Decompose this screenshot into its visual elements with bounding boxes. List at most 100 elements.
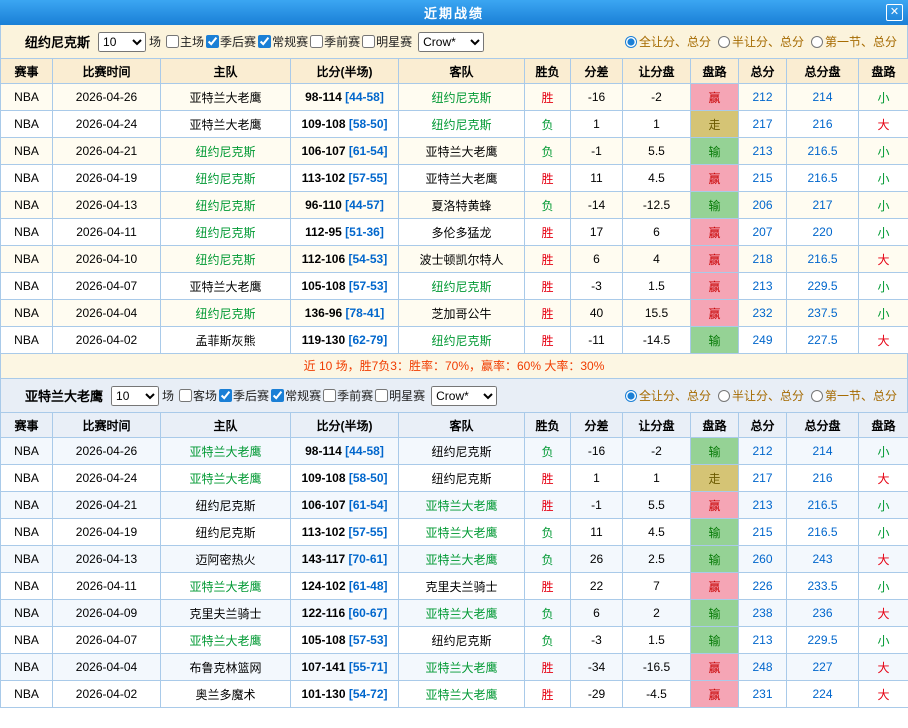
total-line-cell: 236 xyxy=(787,600,859,627)
column-header: 让分盘 xyxy=(623,59,691,84)
total-line-cell: 227.5 xyxy=(787,327,859,354)
handicap-result-cell: 赢 xyxy=(691,681,739,708)
half-score: [57-55] xyxy=(349,171,388,185)
away-team-cell: 芝加哥公牛 xyxy=(399,300,525,327)
odds-type-radio[interactable]: 全让分、总分 xyxy=(625,387,711,404)
checkbox-input[interactable] xyxy=(323,389,336,402)
odds-company-select[interactable]: Crow* xyxy=(418,32,484,52)
total-line-cell: 224 xyxy=(787,681,859,708)
date-cell: 2026-04-26 xyxy=(53,84,161,111)
handicap-result-cell: 走 xyxy=(691,111,739,138)
radio-input[interactable] xyxy=(718,36,730,48)
checkbox-input[interactable] xyxy=(362,35,375,48)
total-points-cell: 206 xyxy=(739,192,787,219)
checkbox-label: 季前赛 xyxy=(337,387,373,404)
column-header: 比赛时间 xyxy=(53,413,161,438)
win-loss-cell: 胜 xyxy=(525,654,571,681)
filter-checkbox[interactable]: 明星赛 xyxy=(375,387,425,404)
game-row: NBA2026-04-19纽约尼克斯113-102 [57-55]亚特兰大老鹰胜… xyxy=(1,165,908,192)
games-count-select[interactable]: 10 xyxy=(111,386,159,406)
total-line-cell: 229.5 xyxy=(787,627,859,654)
date-cell: 2026-04-11 xyxy=(53,219,161,246)
odds-type-radio[interactable]: 半让分、总分 xyxy=(718,33,804,50)
odds-type-radio[interactable]: 第一节、总分 xyxy=(811,33,897,50)
handicap-result-cell: 输 xyxy=(691,600,739,627)
away-team-cell: 纽约尼克斯 xyxy=(399,84,525,111)
date-cell: 2026-04-10 xyxy=(53,246,161,273)
checkbox-input[interactable] xyxy=(206,35,219,48)
radio-input[interactable] xyxy=(811,390,823,402)
recent-games-table: 赛事比赛时间主队比分(半场)客队胜负分差让分盘盘路总分总分盘盘路 NBA2026… xyxy=(0,412,908,708)
half-score: [58-50] xyxy=(349,117,388,131)
checkbox-input[interactable] xyxy=(219,389,232,402)
home-team-cell: 纽约尼克斯 xyxy=(161,219,291,246)
checkbox-label: 季前赛 xyxy=(324,33,360,50)
game-row: NBA2026-04-21纽约尼克斯106-107 [61-54]亚特兰大老鹰胜… xyxy=(1,492,908,519)
games-tbody: NBA2026-04-26亚特兰大老鹰98-114 [44-58]纽约尼克斯胜-… xyxy=(1,84,908,354)
win-loss-cell: 负 xyxy=(525,192,571,219)
total-points-cell: 215 xyxy=(739,165,787,192)
radio-input[interactable] xyxy=(811,36,823,48)
filter-checkbox[interactable]: 主场 xyxy=(166,33,204,50)
checkbox-input[interactable] xyxy=(166,35,179,48)
home-team-cell: 迈阿密热火 xyxy=(161,546,291,573)
final-score: 109-108 xyxy=(301,117,345,131)
total-points-cell: 213 xyxy=(739,492,787,519)
half-score: [54-53] xyxy=(349,252,388,266)
home-team-cell: 亚特兰大老鹰 xyxy=(161,273,291,300)
filter-checkbox[interactable]: 季后赛 xyxy=(219,387,269,404)
radio-input[interactable] xyxy=(625,390,637,402)
column-header: 总分 xyxy=(739,59,787,84)
radio-input[interactable] xyxy=(718,390,730,402)
filter-checkbox[interactable]: 常规赛 xyxy=(271,387,321,404)
column-header: 比分(半场) xyxy=(291,413,399,438)
checkbox-label: 明星赛 xyxy=(389,387,425,404)
total-points-cell: 248 xyxy=(739,654,787,681)
odds-type-radio-group: 全让分、总分半让分、总分第一节、总分 xyxy=(618,387,897,404)
column-header: 总分 xyxy=(739,413,787,438)
half-score: [61-54] xyxy=(349,498,388,512)
point-diff-cell: 11 xyxy=(571,519,623,546)
point-diff-cell: -34 xyxy=(571,654,623,681)
odds-type-radio[interactable]: 半让分、总分 xyxy=(718,387,804,404)
checkbox-input[interactable] xyxy=(258,35,271,48)
checkbox-input[interactable] xyxy=(271,389,284,402)
checkbox-label: 明星赛 xyxy=(376,33,412,50)
odds-company-select[interactable]: Crow* xyxy=(431,386,497,406)
filter-checkbox[interactable]: 季前赛 xyxy=(323,387,373,404)
radio-label: 全让分、总分 xyxy=(639,33,711,50)
filter-checkbox[interactable]: 明星赛 xyxy=(362,33,412,50)
final-score: 112-95 xyxy=(305,225,342,239)
handicap-line-cell: -14.5 xyxy=(623,327,691,354)
games-count-select[interactable]: 10 xyxy=(98,32,146,52)
league-cell: NBA xyxy=(1,327,53,354)
radio-input[interactable] xyxy=(625,36,637,48)
date-cell: 2026-04-04 xyxy=(53,300,161,327)
handicap-line-cell: 5.5 xyxy=(623,492,691,519)
over-under-cell: 大 xyxy=(859,546,908,573)
checkbox-label: 季后赛 xyxy=(233,387,269,404)
odds-type-radio[interactable]: 全让分、总分 xyxy=(625,33,711,50)
filter-bar: 亚特兰大老鹰 10 场 客场季后赛常规赛季前赛明星赛 Crow* 全让分、总分半… xyxy=(0,379,908,412)
filter-checkbox[interactable]: 季后赛 xyxy=(206,33,256,50)
checkbox-input[interactable] xyxy=(310,35,323,48)
radio-label: 全让分、总分 xyxy=(639,387,711,404)
score-cell: 112-95 [51-36] xyxy=(291,219,399,246)
odds-type-radio[interactable]: 第一节、总分 xyxy=(811,387,897,404)
checkbox-input[interactable] xyxy=(179,389,192,402)
close-icon[interactable]: ✕ xyxy=(886,4,903,21)
column-header: 比赛时间 xyxy=(53,59,161,84)
handicap-result-cell: 输 xyxy=(691,627,739,654)
home-team-cell: 亚特兰大老鹰 xyxy=(161,465,291,492)
score-cell: 109-108 [58-50] xyxy=(291,111,399,138)
filter-checkbox[interactable]: 客场 xyxy=(179,387,217,404)
checkbox-input[interactable] xyxy=(375,389,388,402)
home-team-cell: 亚特兰大老鹰 xyxy=(161,438,291,465)
filter-checkbox[interactable]: 常规赛 xyxy=(258,33,308,50)
win-loss-cell: 胜 xyxy=(525,465,571,492)
column-header: 盘路 xyxy=(691,59,739,84)
date-cell: 2026-04-24 xyxy=(53,465,161,492)
total-line-cell: 216.5 xyxy=(787,165,859,192)
filter-checkbox[interactable]: 季前赛 xyxy=(310,33,360,50)
date-cell: 2026-04-02 xyxy=(53,681,161,708)
